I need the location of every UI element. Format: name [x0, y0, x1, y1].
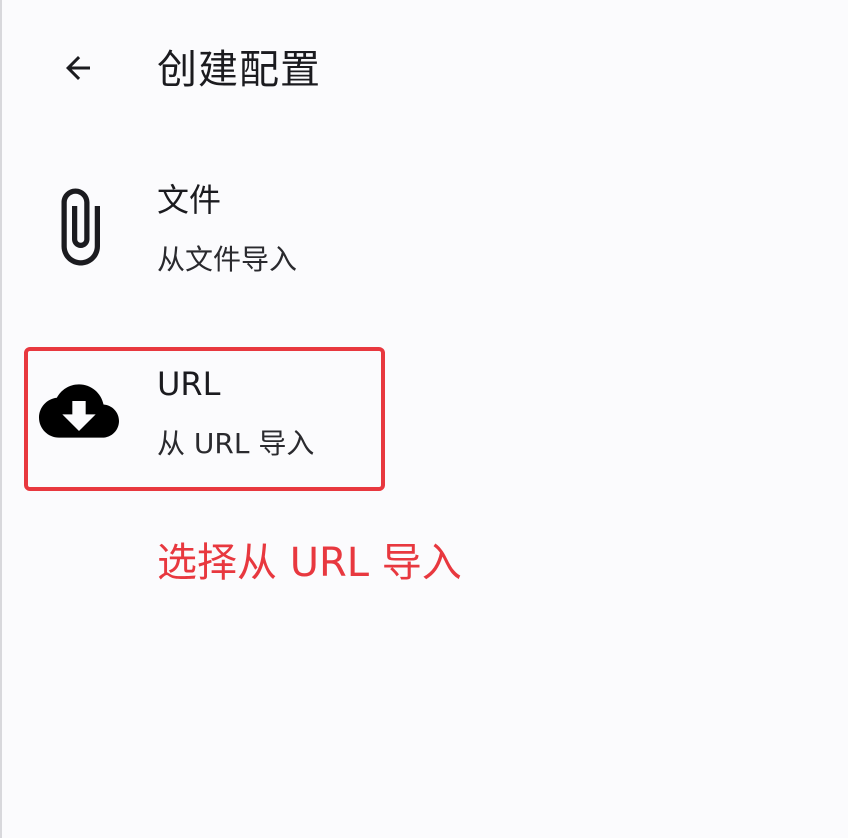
- item-title: 文件: [157, 181, 222, 219]
- back-button[interactable]: [52, 44, 104, 96]
- item-subtitle: 从 URL 导入: [157, 427, 315, 460]
- paperclip-icon: [34, 182, 124, 272]
- left-edge-divider: [0, 0, 2, 838]
- item-subtitle: 从文件导入: [157, 243, 298, 276]
- item-title: URL: [157, 365, 221, 403]
- import-from-url-item[interactable]: URL 从 URL 导入: [30, 352, 378, 484]
- import-from-file-item[interactable]: 文件 从文件导入: [30, 168, 378, 300]
- page-title: 创建配置: [157, 47, 321, 93]
- annotation-label: 选择从 URL 导入: [157, 540, 462, 586]
- cloud-download-icon: [34, 366, 124, 456]
- arrow-left-icon: [60, 50, 96, 90]
